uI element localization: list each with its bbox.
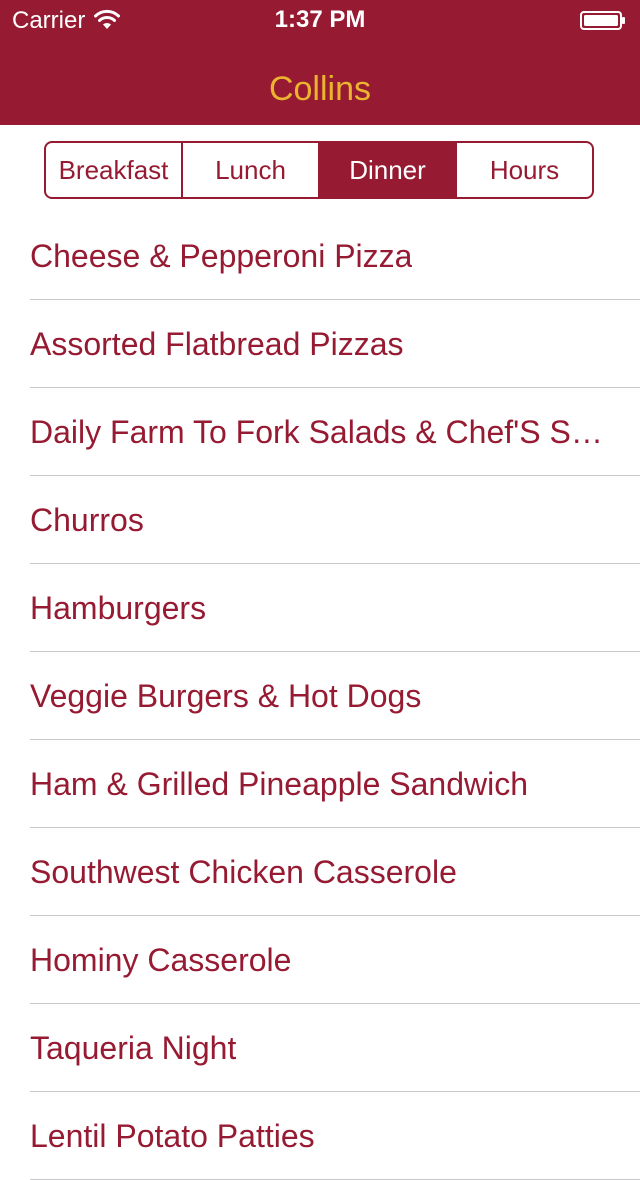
segment-lunch[interactable]: Lunch (183, 143, 320, 197)
list-item[interactable]: Southwest Chicken Casserole (0, 828, 640, 916)
navigation-header: Carrier 1:37 PM Collins (0, 0, 640, 125)
list-item[interactable]: Lentil Potato Patties (0, 1092, 640, 1180)
meal-segmented-control: Breakfast Lunch Dinner Hours (44, 141, 594, 199)
list-item[interactable]: Cheese & Pepperoni Pizza (0, 212, 640, 300)
list-item[interactable]: Hominy Casserole (0, 916, 640, 1004)
segment-hours[interactable]: Hours (457, 143, 592, 197)
list-item[interactable]: Daily Farm To Fork Salads & Chef'S Speci… (0, 388, 640, 476)
battery-icon (580, 11, 625, 30)
list-item[interactable]: Ham & Grilled Pineapple Sandwich (0, 740, 640, 828)
list-item-label: Lentil Potato Patties (30, 1117, 315, 1154)
segment-label: Dinner (349, 154, 426, 185)
status-bar: Carrier 1:37 PM (0, 0, 640, 40)
list-item-label: Southwest Chicken Casserole (30, 853, 457, 890)
list-item-label: Cheese & Pepperoni Pizza (30, 237, 413, 274)
list-item[interactable]: Assorted Flatbread Pizzas (0, 300, 640, 388)
segment-dinner[interactable]: Dinner (320, 143, 457, 197)
list-item-label: Veggie Burgers & Hot Dogs (30, 677, 422, 714)
segment-label: Breakfast (58, 154, 169, 185)
page-title: Collins (268, 70, 372, 108)
segment-label: Hours (489, 154, 560, 185)
list-item-label: Taqueria Night (30, 1029, 237, 1066)
list-item[interactable]: Veggie Burgers & Hot Dogs (0, 652, 640, 740)
list-item-label: Churros (30, 501, 144, 538)
menu-list: Cheese & Pepperoni Pizza Assorted Flatbr… (0, 212, 640, 1180)
list-item[interactable]: Taqueria Night (0, 1004, 640, 1092)
list-item-label: Hamburgers (30, 589, 207, 626)
list-item-label: Daily Farm To Fork Salads & Chef'S Speci… (30, 413, 610, 450)
list-item[interactable]: Hamburgers (0, 564, 640, 652)
list-item[interactable]: Churros (0, 476, 640, 564)
list-item-label: Assorted Flatbread Pizzas (30, 325, 404, 362)
list-item-label: Hominy Casserole (30, 941, 292, 978)
status-time: 1:37 PM (274, 6, 366, 33)
segment-label: Lunch (215, 154, 286, 185)
list-item-label: Ham & Grilled Pineapple Sandwich (30, 765, 529, 802)
segment-breakfast[interactable]: Breakfast (46, 143, 183, 197)
